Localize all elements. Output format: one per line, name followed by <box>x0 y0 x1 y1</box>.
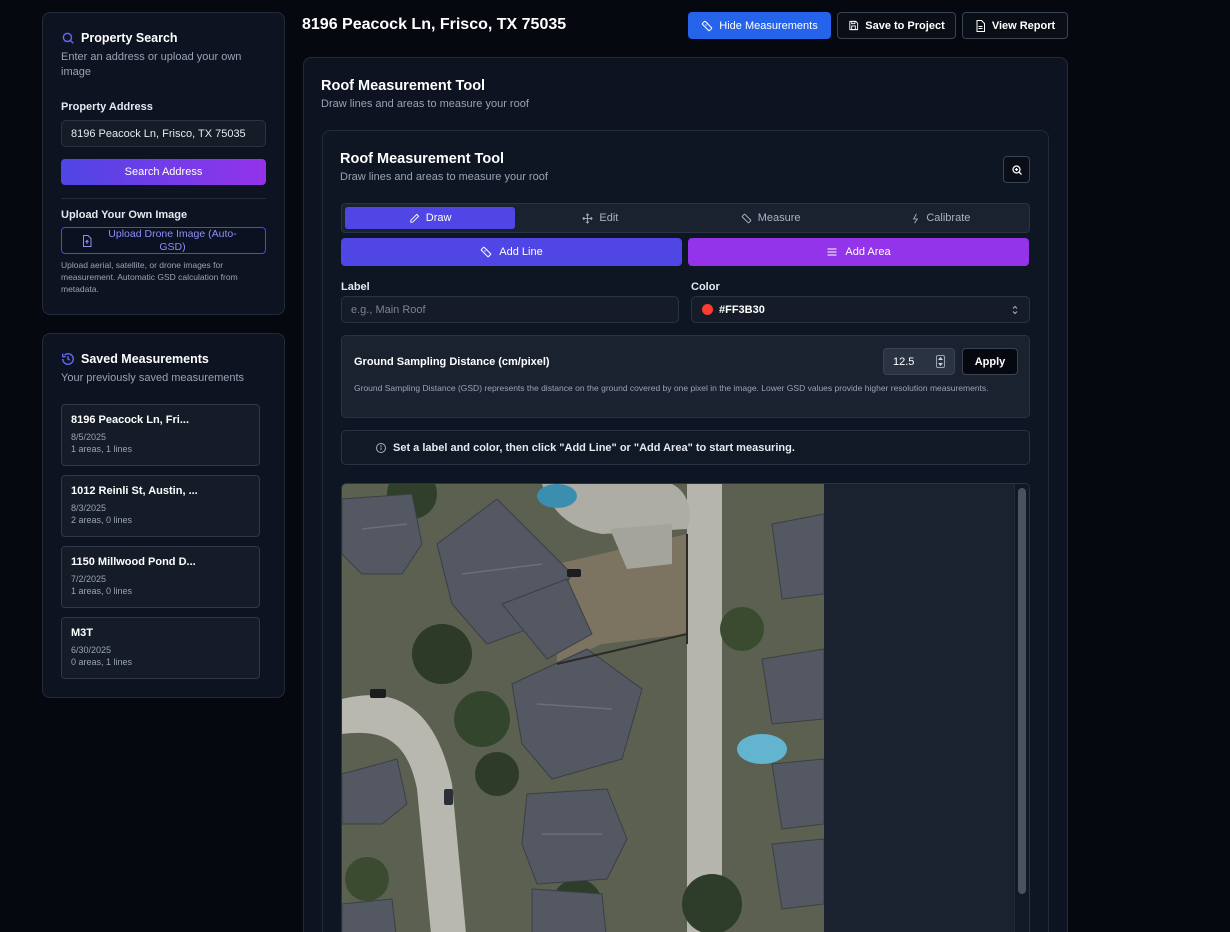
tab-measure[interactable]: Measure <box>686 207 856 229</box>
saved-measurement-item[interactable]: 1150 Millwood Pond D... 7/2/2025 1 areas… <box>61 546 260 608</box>
info-icon <box>376 442 386 453</box>
color-value: #FF3B30 <box>719 303 765 316</box>
inner-tool-title: Roof Measurement Tool <box>340 151 505 167</box>
instruction-banner: Set a label and color, then click "Add L… <box>341 430 1030 465</box>
tab-edit-label: Edit <box>599 212 619 224</box>
saved-measurement-item[interactable]: 1012 Reinli St, Austin, ... 8/3/2025 2 a… <box>61 475 260 537</box>
save-to-project-button[interactable]: Save to Project <box>837 12 956 39</box>
upload-file-icon <box>83 234 92 247</box>
label-input-wrapper <box>341 296 679 323</box>
search-address-button[interactable]: Search Address <box>61 159 266 185</box>
document-icon <box>976 19 985 32</box>
gsd-input[interactable]: 12.5 <box>883 348 955 375</box>
tool-title: Roof Measurement Tool <box>321 78 486 94</box>
save-to-project-label: Save to Project <box>865 19 945 32</box>
saved-item-date: 8/3/2025 <box>71 503 107 513</box>
label-field-label: Label <box>341 281 370 293</box>
add-area-button[interactable]: Add Area <box>688 238 1029 266</box>
gsd-apply-button[interactable]: Apply <box>962 348 1018 375</box>
gsd-stepper-icon[interactable] <box>936 355 945 368</box>
upload-drone-image-button[interactable]: Upload Drone Image (Auto-GSD) <box>61 227 266 254</box>
saved-item-summary: 0 areas, 1 lines <box>71 657 133 667</box>
saved-item-name: 8196 Peacock Ln, Fri... <box>71 414 190 426</box>
saved-measurement-item[interactable]: M3T 6/30/2025 0 areas, 1 lines <box>61 617 260 679</box>
saved-measurements-title: Saved Measurements <box>81 352 209 366</box>
tab-measure-label: Measure <box>757 212 801 224</box>
color-select[interactable]: #FF3B30 <box>691 296 1030 323</box>
add-line-button[interactable]: Add Line <box>341 238 682 266</box>
ruler-icon <box>741 213 752 223</box>
tool-subtitle: Draw lines and areas to measure your roo… <box>321 98 529 110</box>
pencil-icon <box>410 213 420 223</box>
canvas-scrollbar-thumb[interactable] <box>1018 488 1026 894</box>
add-line-label: Add Line <box>499 246 543 258</box>
canvas-scrollbar-track[interactable] <box>1014 484 1029 932</box>
saved-measurements-card: Saved Measurements Your previously saved… <box>42 333 285 698</box>
move-icon <box>582 212 594 224</box>
tab-draw[interactable]: Draw <box>345 207 516 229</box>
add-area-label: Add Area <box>845 246 891 258</box>
page-title: 8196 Peacock Ln, Frisco, TX 75035 <box>302 16 567 33</box>
chevron-updown-icon <box>1012 305 1018 314</box>
saved-measurement-item[interactable]: 8196 Peacock Ln, Fri... 8/5/2025 1 areas… <box>61 404 260 466</box>
color-field-label: Color <box>691 281 720 293</box>
gsd-title: Ground Sampling Distance (cm/pixel) <box>354 356 550 368</box>
inner-tool-subtitle: Draw lines and areas to measure your roo… <box>340 171 548 183</box>
upload-drone-image-label: Upload Drone Image (Auto-GSD) <box>108 227 237 253</box>
zoom-button[interactable] <box>1003 156 1030 183</box>
property-search-title: Property Search <box>81 31 178 45</box>
saved-measurements-list: 8196 Peacock Ln, Fri... 8/5/2025 1 areas… <box>61 404 266 679</box>
saved-item-summary: 1 areas, 1 lines <box>71 444 133 454</box>
save-icon <box>849 20 859 31</box>
hide-measurements-label: Hide Measurements <box>719 19 818 32</box>
tab-edit[interactable]: Edit <box>515 207 685 229</box>
saved-measurements-heading: Saved Measurements <box>61 352 266 366</box>
tool-mode-tabs: Draw Edit Measure Calibrate <box>341 203 1030 233</box>
measurement-canvas[interactable] <box>341 483 1030 932</box>
upload-image-label: Upload Your Own Image <box>61 209 188 221</box>
property-search-heading: Property Search <box>61 31 266 45</box>
zoom-in-icon <box>1011 164 1022 175</box>
color-swatch <box>702 304 713 315</box>
tab-calibrate-label: Calibrate <box>926 212 971 224</box>
search-icon <box>62 32 74 44</box>
saved-item-name: 1012 Reinli St, Austin, ... <box>71 485 198 497</box>
saved-item-summary: 2 areas, 0 lines <box>71 515 133 525</box>
sidebar-divider <box>61 198 266 199</box>
saved-item-date: 7/2/2025 <box>71 574 107 584</box>
upload-note: Upload aerial, satellite, or drone image… <box>61 260 238 294</box>
ruler-icon <box>481 246 492 258</box>
ruler-icon <box>702 20 713 31</box>
saved-item-name: 1150 Millwood Pond D... <box>71 556 196 568</box>
layers-icon <box>827 248 837 256</box>
gsd-value: 12.5 <box>893 355 915 368</box>
view-report-label: View Report <box>991 19 1056 32</box>
view-report-button[interactable]: View Report <box>962 12 1068 39</box>
property-search-card: Property Search Enter an address or uplo… <box>42 12 285 315</box>
saved-item-date: 8/5/2025 <box>71 432 107 442</box>
gsd-panel: Ground Sampling Distance (cm/pixel) 12.5… <box>341 335 1030 418</box>
history-icon <box>62 353 74 365</box>
saved-measurements-subtitle: Your previously saved measurements <box>61 372 245 384</box>
tab-draw-label: Draw <box>425 212 452 224</box>
aerial-image[interactable] <box>342 484 824 932</box>
hide-measurements-button[interactable]: Hide Measurements <box>688 12 831 39</box>
property-address-label: Property Address <box>61 101 153 113</box>
gsd-description: Ground Sampling Distance (GSD) represent… <box>354 383 989 393</box>
canvas-empty-area <box>824 484 1016 932</box>
tab-calibrate[interactable]: Calibrate <box>856 207 1026 229</box>
saved-item-date: 6/30/2025 <box>71 645 112 655</box>
property-address-input[interactable] <box>61 120 266 147</box>
saved-item-name: M3T <box>71 627 93 639</box>
instruction-text: Set a label and color, then click "Add L… <box>393 441 795 454</box>
property-search-subtitle: Enter an address or upload your own imag… <box>61 51 242 78</box>
label-input[interactable] <box>341 296 679 323</box>
lightning-icon <box>913 213 919 223</box>
saved-item-summary: 1 areas, 0 lines <box>71 586 133 596</box>
